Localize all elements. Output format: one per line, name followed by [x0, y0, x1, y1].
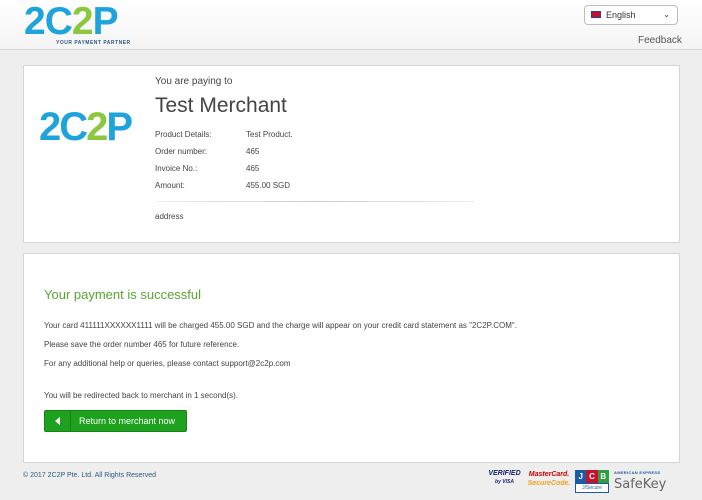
- detail-label: Order number:: [155, 147, 208, 156]
- success-title: Your payment is successful: [44, 287, 202, 302]
- language-selected: English: [606, 10, 636, 20]
- safekey-top: AMERICAN EXPRESS: [614, 470, 661, 475]
- jcb-letter-j: J: [575, 470, 587, 483]
- logo-text-2: 2: [86, 105, 108, 149]
- mastercard-securecode-logo: MasterCard. SecureCode.: [526, 470, 572, 494]
- paying-to-label: You are paying to: [155, 76, 233, 87]
- redirect-message: You will be redirected back to merchant …: [44, 391, 239, 400]
- detail-row-invoice: Invoice No.: 465: [155, 164, 293, 181]
- divider: [155, 201, 475, 202]
- jcb-letter-c: C: [586, 470, 598, 483]
- detail-value: 465: [246, 164, 260, 173]
- uk-flag-icon: [591, 11, 601, 19]
- jcb-jsecure-logo: J C B J/Secure: [575, 470, 609, 494]
- language-select[interactable]: English ⌄: [584, 5, 678, 25]
- mc-line2: SecureCode.: [527, 480, 571, 487]
- top-bar: 2C2P YOUR PAYMENT PARTNER English ⌄ Feed…: [0, 0, 702, 50]
- 2c2p-logo[interactable]: 2C2P YOUR PAYMENT PARTNER: [24, 2, 131, 46]
- detail-row-product: Product Details: Test Product.: [155, 130, 293, 147]
- detail-row-amount: Amount: 455.00 SGD: [155, 181, 293, 198]
- merchant-address: address: [155, 212, 184, 221]
- 2c2p-logo-large: 2C2P: [39, 105, 133, 149]
- merchant-name: Test Merchant: [155, 94, 287, 117]
- safekey-main: SafeKey: [614, 477, 667, 492]
- return-button-label: Return to merchant now: [79, 416, 176, 426]
- logo-text-2c: 2C: [39, 105, 88, 149]
- logo-text-2c: 2C: [24, 0, 73, 43]
- jcb-sub: J/Secure: [575, 483, 609, 493]
- detail-value: 455.00 SGD: [246, 181, 291, 190]
- logo-tagline: YOUR PAYMENT PARTNER: [56, 40, 131, 46]
- order-details: Product Details: Test Product. Order numb…: [155, 130, 293, 198]
- logo-text-p: P: [106, 105, 133, 149]
- charge-message: Your card 411111XXXXXX1111 will be charg…: [44, 321, 517, 330]
- save-order-message: Please save the order number 465 for fut…: [44, 340, 240, 349]
- result-panel: Your payment is successful Your card 411…: [23, 253, 680, 463]
- logo-text-2: 2: [71, 0, 94, 43]
- amex-safekey-logo: AMERICAN EXPRESS SafeKey: [614, 470, 672, 494]
- detail-label: Invoice No.:: [155, 164, 198, 173]
- arrow-left-icon: [45, 411, 71, 431]
- return-to-merchant-button[interactable]: Return to merchant now: [44, 410, 187, 432]
- visa-line2: by VISA: [495, 479, 514, 485]
- detail-label: Product Details:: [155, 130, 212, 139]
- chevron-down-icon: ⌄: [663, 10, 670, 19]
- verified-by-visa-logo: VERIFIED by VISA: [487, 470, 522, 494]
- visa-line1: VERIFIED: [488, 470, 521, 477]
- jcb-letter-b: B: [597, 470, 609, 483]
- detail-value: 465: [246, 147, 260, 156]
- detail-row-order-number: Order number: 465: [155, 147, 293, 164]
- detail-label: Amount:: [155, 181, 185, 190]
- feedback-link[interactable]: Feedback: [638, 35, 682, 46]
- help-message: For any additional help or queries, plea…: [44, 359, 291, 368]
- copyright-text: © 2017 2C2P Pte. Ltd. All Rights Reserve…: [23, 472, 157, 479]
- detail-value: Test Product.: [246, 130, 293, 139]
- merchant-panel: 2C2P You are paying to Test Merchant Pro…: [23, 65, 680, 243]
- logo-text-p: P: [92, 0, 119, 43]
- mc-line1: MasterCard.: [528, 471, 570, 478]
